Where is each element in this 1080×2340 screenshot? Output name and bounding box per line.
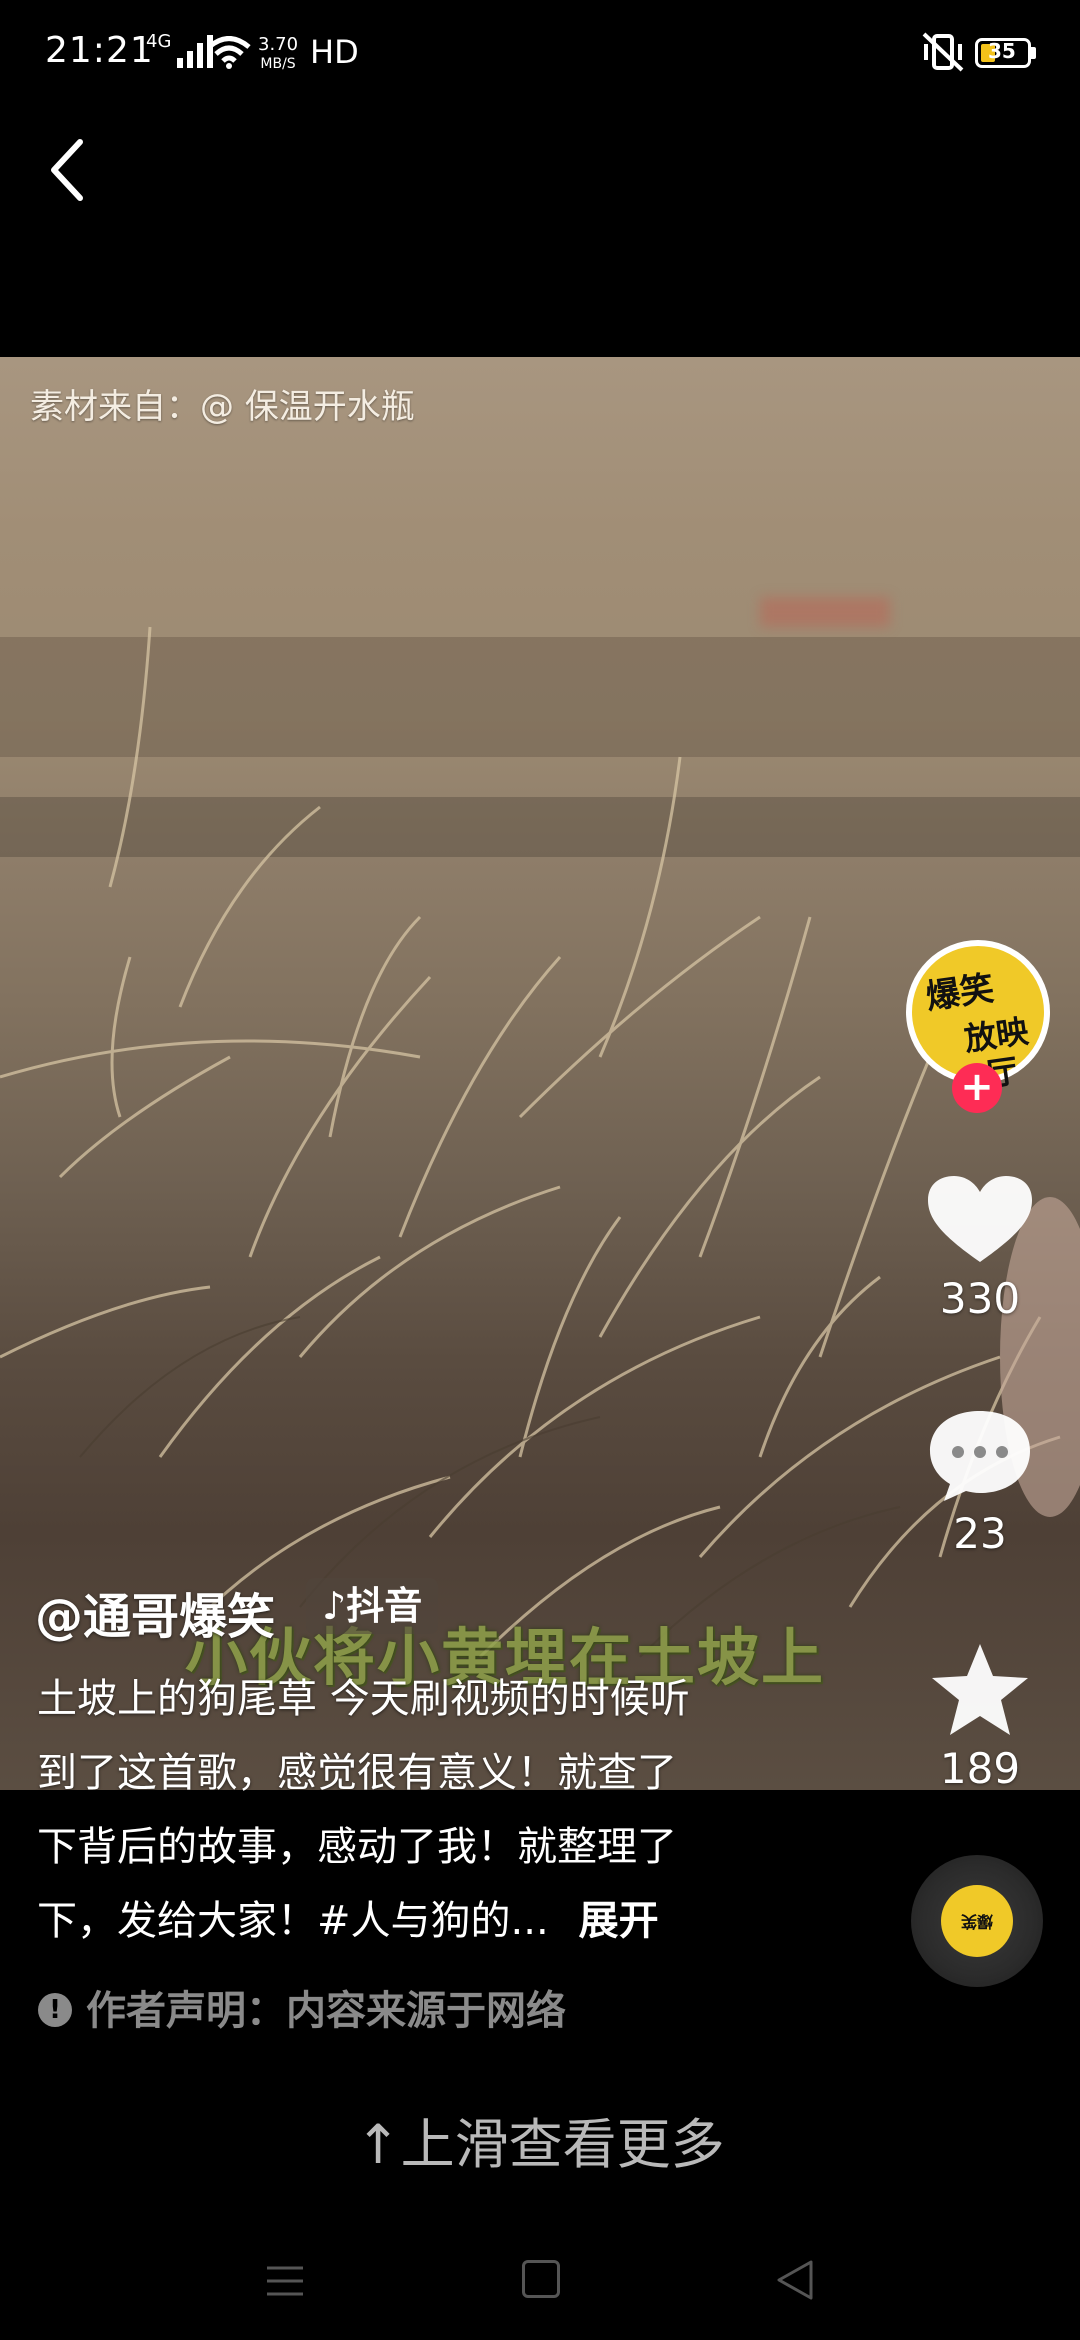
wifi-icon [207,36,251,69]
info-icon: ! [38,1993,72,2027]
follow-button[interactable]: + [952,1063,1002,1113]
like-button[interactable]: 330 [920,1170,1040,1323]
description-line: 土坡上的狗尾草 今天刷视频的时候听 [37,1676,690,1722]
star-icon [932,1644,1028,1735]
description-line: 到了这首歌，感觉很有意义！就查了 [37,1750,677,1796]
author-username[interactable]: @通哥爆笑 [35,1577,275,1647]
nav-back-icon[interactable] [775,2258,815,2302]
swipe-up-hint[interactable]: ↑上滑查看更多 [0,2100,1080,2179]
menu-icon[interactable] [265,2262,305,2300]
author-declaration: ! 作者声明：内容来源于网络 [38,1978,566,2036]
clock: 21:21 [45,30,154,71]
platform-tag: ♪抖音 [306,1578,439,1634]
description-line: 下，发给大家！#人与狗的... 展开 [37,1898,659,1944]
comment-button[interactable]: 23 [920,1405,1040,1558]
comment-count: 23 [953,1509,1007,1558]
vibrate-mute-icon [922,32,964,72]
source-credit: 素材来自：@ 保温开水瓶 [30,387,415,427]
music-disc-cover: 爆笑 [941,1885,1013,1957]
like-count: 330 [939,1274,1021,1323]
description-line: 下背后的故事，感动了我！就整理了 [37,1824,677,1870]
hd-indicator: HD [310,33,359,71]
grass-scene [0,626,1080,1659]
battery-icon: 35 [975,38,1031,68]
network-speed: 3.70 MB/S [258,34,299,73]
system-nav-bar [0,2250,1080,2340]
home-icon[interactable] [522,2260,560,2298]
music-disc[interactable]: 爆笑 [911,1855,1043,1987]
heart-icon [928,1176,1032,1262]
favorite-button[interactable]: 189 [920,1640,1040,1793]
comment-icon [930,1411,1030,1501]
network-type: 4G [146,31,172,52]
video-description[interactable]: 土坡上的狗尾草 今天刷视频的时候听 到了这首歌，感觉很有意义！就查了 下背后的故… [37,1662,797,1958]
back-arrow-icon[interactable] [40,130,100,210]
expand-button[interactable]: 展开 [579,1898,659,1944]
status-bar: 21:21 4G 3.70 MB/S HD 35 [0,0,1080,110]
favorite-count: 189 [939,1744,1021,1793]
video-player[interactable]: 素材来自：@ 保温开水瓶 小伙将小黄埋在土坡上 [0,357,1080,1790]
